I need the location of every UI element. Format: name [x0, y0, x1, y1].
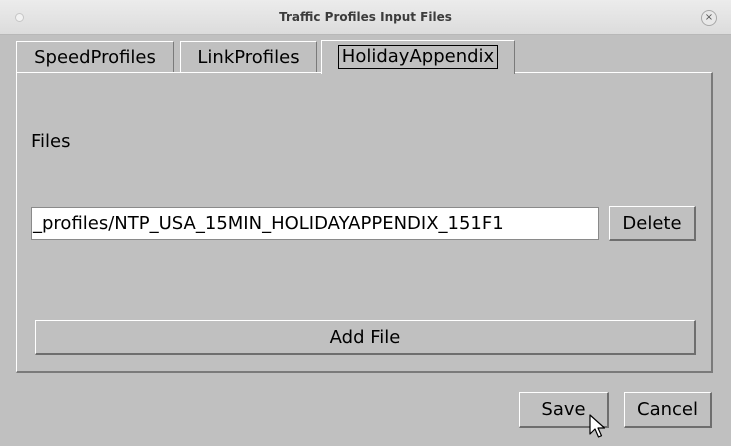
file-path-field[interactable]: _profiles/NTP_USA_15MIN_HOLIDAYAPPENDIX_… — [31, 207, 599, 240]
title-bar: Traffic Profiles Input Files × — [0, 0, 731, 35]
traffic-profiles-dialog: Traffic Profiles Input Files × SpeedProf… — [0, 0, 731, 446]
save-button[interactable]: Save — [519, 392, 609, 428]
close-icon[interactable]: × — [701, 10, 717, 26]
tab-speedprofiles[interactable]: SpeedProfiles — [16, 41, 174, 72]
files-label: Files — [31, 131, 71, 152]
window-title: Traffic Profiles Input Files — [279, 10, 452, 24]
cancel-button[interactable]: Cancel — [624, 392, 712, 428]
tab-linkprofiles[interactable]: LinkProfiles — [180, 41, 317, 72]
tab-label: SpeedProfiles — [34, 47, 156, 68]
tab-label: HolidayAppendix — [337, 45, 499, 69]
add-file-button[interactable]: Add File — [35, 320, 696, 355]
tab-label: LinkProfiles — [197, 47, 300, 68]
tab-holidayappendix[interactable]: HolidayAppendix — [321, 40, 515, 74]
delete-button[interactable]: Delete — [609, 206, 696, 241]
